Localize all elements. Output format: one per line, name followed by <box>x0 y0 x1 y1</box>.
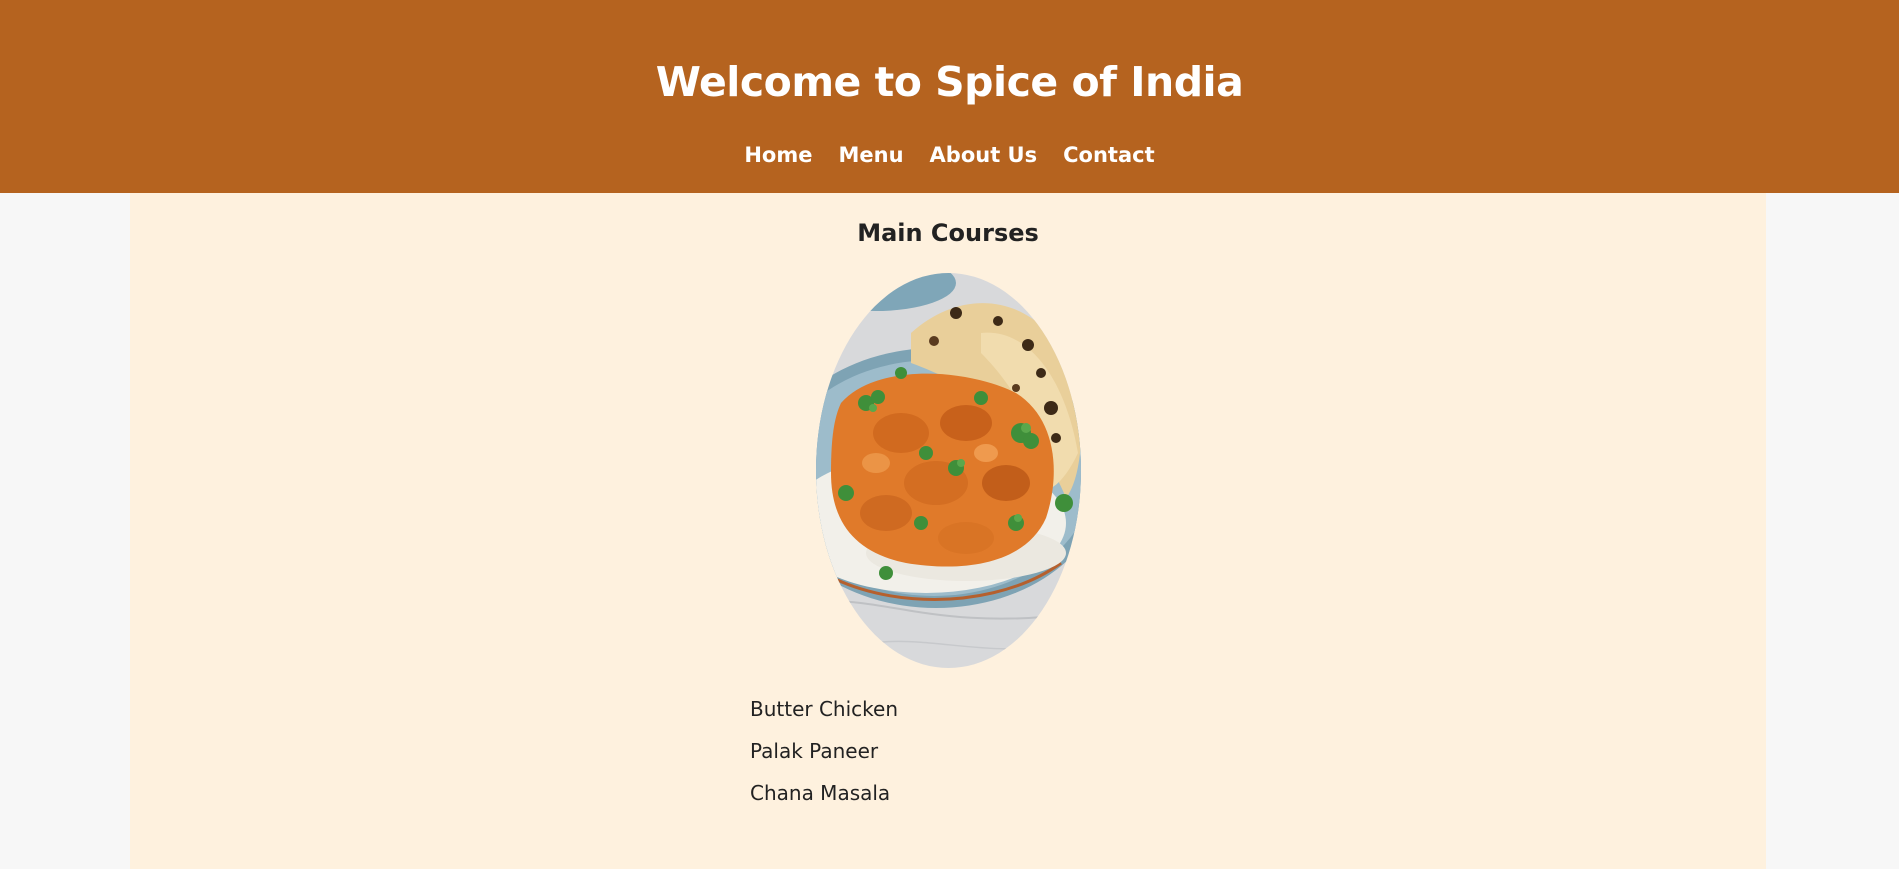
nav-menu-link[interactable]: Menu <box>839 140 904 170</box>
dish-photo-illustration <box>816 273 1081 668</box>
site-title: Welcome to Spice of India <box>655 58 1244 106</box>
main-nav: Home Menu About Us Contact <box>0 140 1899 170</box>
butter-chicken-photo <box>816 273 1081 668</box>
section-title: Main Courses <box>857 219 1039 247</box>
nav-about-link[interactable]: About Us <box>930 140 1038 170</box>
site-header: Welcome to Spice of India Home Menu Abou… <box>0 0 1899 193</box>
list-item: Palak Paneer <box>750 739 879 763</box>
list-item: Butter Chicken <box>750 697 899 721</box>
nav-contact-link[interactable]: Contact <box>1063 140 1155 170</box>
menu-section: Main Courses Butter Chicken Palak Paneer… <box>130 193 1766 869</box>
list-item: Chana Masala <box>750 781 891 805</box>
nav-home-link[interactable]: Home <box>744 140 812 170</box>
dish-list: Butter Chicken Palak Paneer Chana Masala <box>750 688 898 814</box>
